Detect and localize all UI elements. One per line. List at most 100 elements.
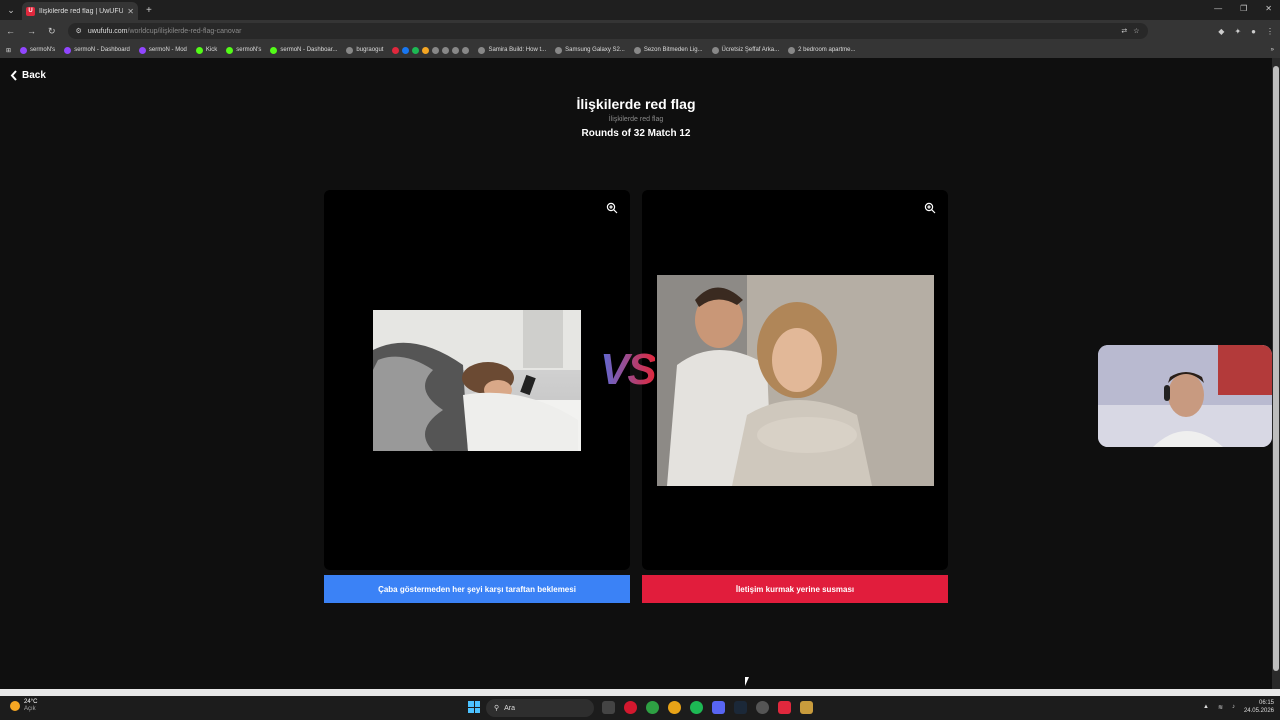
- clock-date: 24.05.2026: [1243, 708, 1274, 714]
- taskbar-apps: [602, 701, 813, 714]
- new-tab-icon[interactable]: +: [146, 5, 152, 16]
- address-bar[interactable]: ⚙ uwufufu.com/worldcup/ilişkilerde-red-f…: [67, 23, 1148, 39]
- bookmark-favicon-icon[interactable]: [432, 46, 440, 54]
- wifi-icon[interactable]: ≋: [1218, 704, 1223, 711]
- bookmark-item[interactable]: Samira Build: How t...: [478, 46, 546, 54]
- bookmark-star-icon[interactable]: ☆: [1133, 27, 1139, 35]
- opera-icon[interactable]: [624, 701, 637, 714]
- bookmark-item[interactable]: bugraogut: [346, 46, 383, 54]
- choice-image-right[interactable]: [657, 275, 934, 486]
- back-link[interactable]: Back: [10, 70, 46, 81]
- minimize-icon[interactable]: —: [1214, 4, 1222, 13]
- spotify-icon[interactable]: [690, 701, 703, 714]
- steam-icon[interactable]: [734, 701, 747, 714]
- back-label: Back: [22, 70, 46, 81]
- clock-time: 06:15: [1258, 700, 1274, 706]
- bookmark-item[interactable]: sermoN - Dashboar...: [270, 46, 337, 54]
- webcam-person-image: [1098, 345, 1272, 447]
- vs-label: VS: [600, 345, 657, 394]
- site-info-icon[interactable]: ⚙: [76, 27, 82, 35]
- bookmark-favicon-icon[interactable]: [442, 46, 450, 54]
- app-icon[interactable]: [756, 701, 769, 714]
- league-client-icon[interactable]: [800, 701, 813, 714]
- volume-icon[interactable]: ♪: [1232, 704, 1235, 710]
- bookmark-favicon-icon[interactable]: [392, 46, 400, 54]
- bookmark-favicon-icon[interactable]: [462, 46, 470, 54]
- choice-button-left[interactable]: Çaba göstermeden her şeyi karşı taraftan…: [324, 575, 630, 603]
- extensions-puzzle-icon[interactable]: ✦: [1234, 27, 1241, 36]
- bookmark-favicon-icon[interactable]: [402, 46, 410, 54]
- system-tray: ▲ ≋ ♪ 06:15 24.05.2026: [1203, 699, 1274, 715]
- zoom-in-icon[interactable]: [924, 202, 936, 214]
- menu-kebab-icon[interactable]: ⋮: [1266, 27, 1274, 36]
- weather-moon-icon: [10, 701, 20, 711]
- bookmark-item[interactable]: sermoN - Mod: [138, 46, 187, 54]
- tab-strip: ⌄ U İlişkilerde red flag | UwUFUFU ✕ + —…: [0, 0, 1280, 20]
- reload-icon[interactable]: ↻: [48, 26, 56, 37]
- weather-desc: Açık: [24, 706, 36, 712]
- bookmarks-bar: ⊞ sermoN's sermoN - Dashboard sermoN - M…: [0, 42, 1280, 58]
- bookmark-item[interactable]: sermoN's: [226, 46, 261, 54]
- bookmark-favicon-icon[interactable]: [422, 46, 430, 54]
- task-view-icon[interactable]: [602, 701, 615, 714]
- tab-search-icon[interactable]: ⌄: [0, 5, 22, 16]
- weather-widget[interactable]: 24°C Açık: [10, 699, 37, 713]
- close-icon[interactable]: ✕: [127, 7, 134, 16]
- tray-icon[interactable]: ▲: [1203, 704, 1209, 710]
- restore-icon[interactable]: ❐: [1240, 4, 1247, 13]
- bookmark-item[interactable]: Ücretsiz Şeffaf Arka...: [711, 46, 779, 54]
- bookmark-favicon-icon[interactable]: [412, 46, 420, 54]
- choice-card-right[interactable]: [642, 190, 948, 570]
- bookmark-item[interactable]: Kick: [195, 46, 217, 54]
- windows-start-icon[interactable]: [468, 701, 480, 713]
- mouse-cursor: [745, 677, 749, 686]
- site-favicon-icon: U: [26, 6, 35, 16]
- app-icon[interactable]: [778, 701, 791, 714]
- profile-avatar-icon[interactable]: ●: [1251, 27, 1256, 36]
- page-title: İlişkilerde red flag: [576, 96, 696, 112]
- choice-button-right[interactable]: İletişim kurmak yerine susması: [642, 575, 948, 603]
- bookmark-item[interactable]: Samsung Galaxy S2...: [555, 46, 625, 54]
- url-host: uwufufu.com: [87, 27, 128, 35]
- discord-icon[interactable]: [712, 701, 725, 714]
- search-placeholder: Ara: [504, 704, 516, 712]
- photo-woman-in-bed: [373, 310, 581, 451]
- back-arrow-icon[interactable]: ←: [6, 26, 15, 36]
- bookmark-item[interactable]: 2 bedroom apartme...: [788, 46, 856, 54]
- bookmark-icons-group: [392, 46, 470, 54]
- photo-couple-argument: [657, 275, 934, 486]
- bookmark-item[interactable]: Sezon Bitmeden Lig...: [633, 46, 703, 54]
- window-controls: — ❐ ✕: [1214, 4, 1272, 13]
- browser-toolbar: ← → ↻ ⚙ uwufufu.com/worldcup/ilişkilerde…: [0, 20, 1280, 42]
- extension-icon[interactable]: ◆: [1218, 27, 1224, 36]
- taskbar-search[interactable]: ⚲ Ara: [486, 699, 594, 717]
- choice-image-left[interactable]: [373, 310, 581, 451]
- choice-card-left[interactable]: [324, 190, 630, 570]
- chrome-icon[interactable]: [668, 701, 681, 714]
- tab-title: İlişkilerde red flag | UwUFUFU: [39, 7, 124, 15]
- page-content: Back İlişkilerde red flag İlişkilerde re…: [0, 58, 1272, 689]
- page-subtitle: İlişkilerde red flag: [608, 116, 664, 123]
- search-icon: ⚲: [494, 705, 500, 712]
- clock[interactable]: 06:15 24.05.2026: [1244, 699, 1274, 715]
- bookmark-item[interactable]: sermoN - Dashboard: [64, 46, 130, 54]
- horizontal-scrollbar[interactable]: [0, 689, 1280, 696]
- chevron-left-icon: [10, 70, 17, 81]
- scrollbar-thumb[interactable]: [1273, 66, 1279, 671]
- round-info: Rounds of 32 Match 12: [581, 128, 691, 139]
- weather-temp: 24°C: [24, 699, 38, 705]
- browser-tab[interactable]: U İlişkilerde red flag | UwUFUFU ✕: [22, 2, 138, 20]
- vertical-scrollbar[interactable]: [1272, 58, 1280, 689]
- apps-grid-icon[interactable]: ⊞: [6, 47, 11, 54]
- url-path: /worldcup/ilişkilerde-red-flag-canovar: [127, 27, 242, 35]
- more-bookmarks-icon[interactable]: »: [1271, 47, 1274, 53]
- forward-arrow-icon[interactable]: →: [27, 26, 36, 36]
- close-window-icon[interactable]: ✕: [1265, 4, 1272, 13]
- zoom-in-icon[interactable]: [606, 202, 618, 214]
- webcam-overlay: [1098, 345, 1272, 447]
- bookmark-favicon-icon[interactable]: [452, 46, 460, 54]
- bookmark-item[interactable]: sermoN's: [20, 46, 55, 54]
- taskbar: 24°C Açık ⚲ Ara ▲ ≋ ♪ 06:15 24.05.2026: [0, 696, 1280, 720]
- translate-icon[interactable]: ⇄: [1121, 27, 1127, 35]
- app-icon[interactable]: [646, 701, 659, 714]
